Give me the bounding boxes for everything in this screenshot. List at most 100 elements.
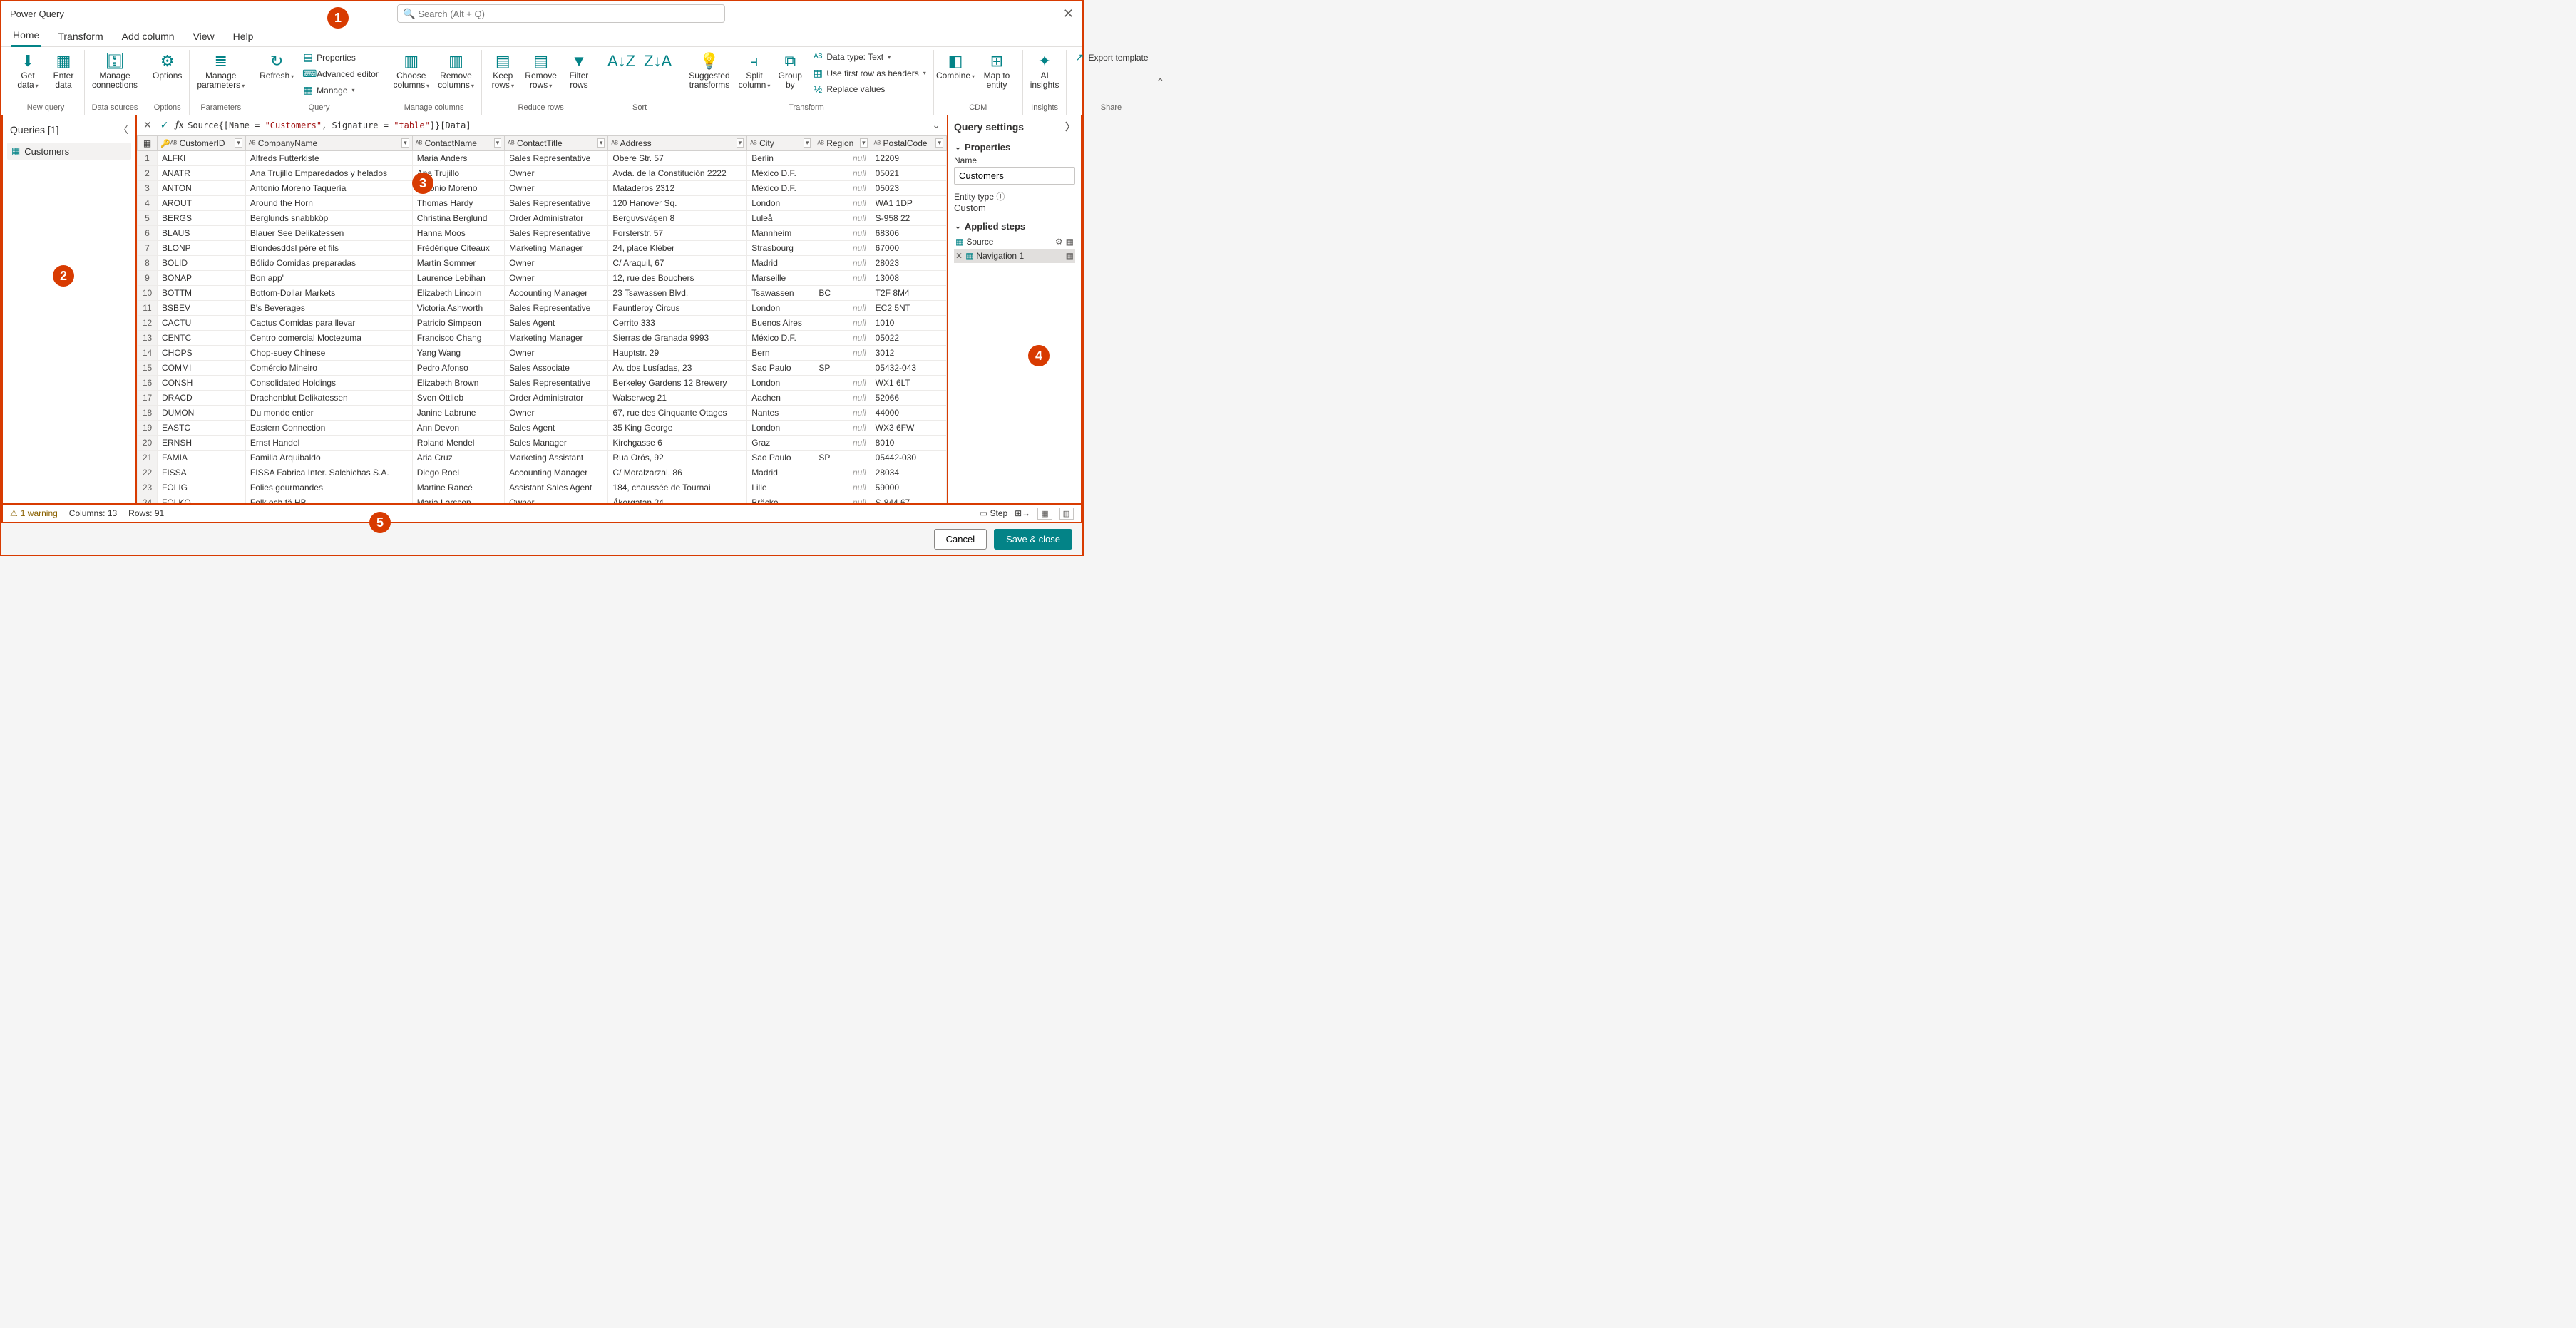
ribbon-z↓a-button[interactable]: Z↓A bbox=[641, 50, 674, 73]
cell[interactable]: Strasbourg bbox=[747, 241, 814, 256]
formula-text[interactable]: Source{[Name = "Customers", Signature = … bbox=[188, 120, 925, 130]
query-name-input[interactable] bbox=[954, 167, 1075, 185]
cell[interactable]: Åkergatan 24 bbox=[608, 495, 747, 504]
cell[interactable]: 184, chaussée de Tournai bbox=[608, 480, 747, 495]
row-number[interactable]: 7 bbox=[138, 241, 158, 256]
tab-add-column[interactable]: Add column bbox=[120, 28, 176, 46]
ribbon-export-template-button[interactable]: ↗Export template bbox=[1071, 50, 1151, 65]
cell[interactable]: ANTON bbox=[158, 181, 246, 196]
formula-commit-icon[interactable]: ✓ bbox=[158, 119, 171, 131]
cell[interactable]: null bbox=[814, 271, 871, 286]
cell[interactable]: London bbox=[747, 196, 814, 211]
column-header-postalcode[interactable]: ᴬᴮ PostalCode ▾ bbox=[871, 136, 946, 151]
table-row[interactable]: 13CENTCCentro comercial MoctezumaFrancis… bbox=[138, 331, 947, 346]
filter-dropdown-icon[interactable]: ▾ bbox=[935, 138, 943, 148]
table-row[interactable]: 23FOLIGFolies gourmandesMartine RancéAss… bbox=[138, 480, 947, 495]
cell[interactable]: null bbox=[814, 436, 871, 451]
cell[interactable]: Sales Representative bbox=[505, 196, 608, 211]
cell[interactable]: Chop-suey Chinese bbox=[245, 346, 412, 361]
column-header-contacttitle[interactable]: ᴬᴮ ContactTitle ▾ bbox=[505, 136, 608, 151]
cell[interactable]: Marketing Manager bbox=[505, 331, 608, 346]
filter-dropdown-icon[interactable]: ▾ bbox=[494, 138, 502, 148]
cell[interactable]: ANATR bbox=[158, 166, 246, 181]
cell[interactable]: London bbox=[747, 301, 814, 316]
cell[interactable]: Owner bbox=[505, 166, 608, 181]
cell[interactable]: null bbox=[814, 241, 871, 256]
formula-expand-icon[interactable]: ⌄ bbox=[930, 119, 943, 131]
cell[interactable]: null bbox=[814, 196, 871, 211]
diagram-view-icon[interactable]: ⊞→ bbox=[1015, 508, 1030, 518]
cell[interactable]: FOLIG bbox=[158, 480, 246, 495]
cell[interactable]: Du monde entier bbox=[245, 406, 412, 421]
ribbon-combine-button[interactable]: ◧Combine▾ bbox=[938, 50, 973, 83]
cell[interactable]: 24, place Kléber bbox=[608, 241, 747, 256]
cell[interactable]: FISSA Fabrica Inter. Salchichas S.A. bbox=[245, 465, 412, 480]
cell[interactable]: 52066 bbox=[871, 391, 946, 406]
table-row[interactable]: 1ALFKIAlfreds FutterkisteMaria AndersSal… bbox=[138, 151, 947, 166]
cell[interactable]: 12209 bbox=[871, 151, 946, 166]
cell[interactable]: CONSH bbox=[158, 376, 246, 391]
cell[interactable]: null bbox=[814, 406, 871, 421]
cell[interactable]: Rua Orós, 92 bbox=[608, 451, 747, 465]
row-number[interactable]: 23 bbox=[138, 480, 158, 495]
cell[interactable]: Berglunds snabbköp bbox=[245, 211, 412, 226]
cell[interactable]: 44000 bbox=[871, 406, 946, 421]
applied-step-source[interactable]: ▦Source⚙▦ bbox=[954, 235, 1075, 249]
cell[interactable]: Consolidated Holdings bbox=[245, 376, 412, 391]
ribbon-data-type-text-button[interactable]: ᴬᴮData type: Text▾ bbox=[809, 50, 928, 64]
cell[interactable]: null bbox=[814, 151, 871, 166]
cell[interactable]: 8010 bbox=[871, 436, 946, 451]
row-number[interactable]: 12 bbox=[138, 316, 158, 331]
row-number[interactable]: 20 bbox=[138, 436, 158, 451]
cell[interactable]: 13008 bbox=[871, 271, 946, 286]
row-number[interactable]: 17 bbox=[138, 391, 158, 406]
column-header-region[interactable]: ᴬᴮ Region ▾ bbox=[814, 136, 871, 151]
ribbon-filter-rows-button[interactable]: ▼Filter rows bbox=[563, 50, 595, 91]
cell[interactable]: C/ Araquil, 67 bbox=[608, 256, 747, 271]
cell[interactable]: Madrid bbox=[747, 256, 814, 271]
ribbon-advanced-editor-button[interactable]: ⌨Advanced editor bbox=[299, 66, 381, 81]
applied-step-navigation-1[interactable]: ✕▦Navigation 1▦ bbox=[954, 249, 1075, 263]
cell[interactable]: Sales Manager bbox=[505, 436, 608, 451]
table-row[interactable]: 3ANTONAntonio Moreno TaqueríaAntonio Mor… bbox=[138, 181, 947, 196]
cell[interactable]: Folies gourmandes bbox=[245, 480, 412, 495]
filter-dropdown-icon[interactable]: ▾ bbox=[597, 138, 605, 148]
cell[interactable]: 05023 bbox=[871, 181, 946, 196]
cell[interactable]: Sven Ottlieb bbox=[412, 391, 504, 406]
cell[interactable]: 28023 bbox=[871, 256, 946, 271]
cell[interactable]: Frédérique Citeaux bbox=[412, 241, 504, 256]
cell[interactable]: Around the Horn bbox=[245, 196, 412, 211]
cell[interactable]: Obere Str. 57 bbox=[608, 151, 747, 166]
cell[interactable]: Patricio Simpson bbox=[412, 316, 504, 331]
row-number[interactable]: 8 bbox=[138, 256, 158, 271]
cell[interactable]: Sao Paulo bbox=[747, 451, 814, 465]
ribbon-manage-parameters-button[interactable]: ≣Manage parameters▾ bbox=[194, 50, 247, 92]
row-number[interactable]: 2 bbox=[138, 166, 158, 181]
step-indicator[interactable]: ▭ Step bbox=[980, 508, 1007, 518]
cell[interactable]: Bottom-Dollar Markets bbox=[245, 286, 412, 301]
cell[interactable]: Owner bbox=[505, 181, 608, 196]
cell[interactable]: Sales Representative bbox=[505, 301, 608, 316]
column-header-contactname[interactable]: ᴬᴮ ContactName ▾ bbox=[412, 136, 504, 151]
ribbon-keep-rows-button[interactable]: ▤Keep rows▾ bbox=[486, 50, 519, 92]
table-row[interactable]: 18DUMONDu monde entierJanine LabruneOwne… bbox=[138, 406, 947, 421]
cell[interactable]: Diego Roel bbox=[412, 465, 504, 480]
cell[interactable]: Maria Larsson bbox=[412, 495, 504, 504]
filter-dropdown-icon[interactable]: ▾ bbox=[860, 138, 868, 148]
cell[interactable]: Aria Cruz bbox=[412, 451, 504, 465]
cell[interactable]: Avda. de la Constitución 2222 bbox=[608, 166, 747, 181]
cell[interactable]: BOTTM bbox=[158, 286, 246, 301]
cell[interactable]: Bräcke bbox=[747, 495, 814, 504]
cell[interactable]: S-958 22 bbox=[871, 211, 946, 226]
cell[interactable]: COMMI bbox=[158, 361, 246, 376]
cell[interactable]: Mataderos 2312 bbox=[608, 181, 747, 196]
column-header-address[interactable]: ᴬᴮ Address ▾ bbox=[608, 136, 747, 151]
tab-home[interactable]: Home bbox=[11, 26, 41, 47]
table-row[interactable]: 24FOLKOFolk och fä HBMaria LarssonOwnerÅ… bbox=[138, 495, 947, 504]
cell[interactable]: null bbox=[814, 346, 871, 361]
cell[interactable]: null bbox=[814, 226, 871, 241]
column-header-companyname[interactable]: ᴬᴮ CompanyName ▾ bbox=[245, 136, 412, 151]
cell[interactable]: Janine Labrune bbox=[412, 406, 504, 421]
ribbon-group-by-button[interactable]: ⧉Group by bbox=[774, 50, 806, 91]
cell[interactable]: DRACD bbox=[158, 391, 246, 406]
